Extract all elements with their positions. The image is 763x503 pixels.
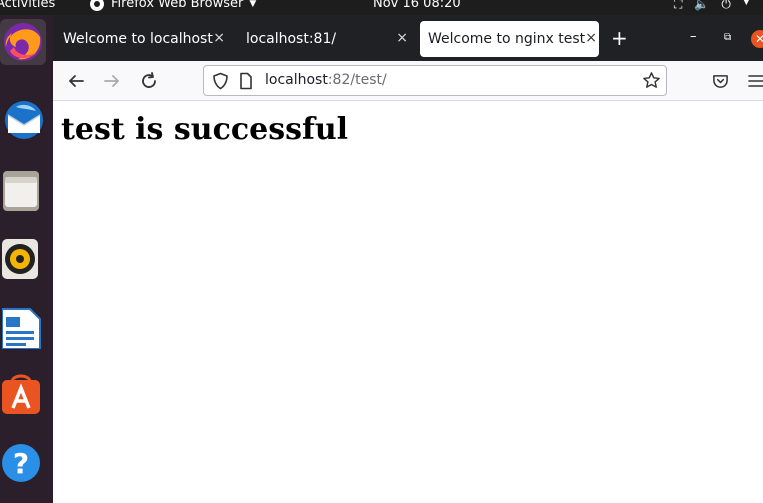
back-button[interactable] — [64, 69, 88, 93]
rhythmbox-icon — [2, 239, 38, 279]
reload-icon — [142, 72, 156, 88]
tab-label: Welcome to nginx test — [428, 31, 586, 47]
svg-text:?: ? — [13, 447, 29, 480]
tab-close-icon[interactable]: × — [585, 30, 597, 46]
tab-strip: Welcome to localhost × localhost:81/ × W… — [53, 15, 763, 61]
tab-label: Welcome to localhost — [63, 31, 213, 47]
firefox-small-icon — [90, 0, 104, 11]
reload-button[interactable] — [137, 69, 161, 93]
firefox-icon — [4, 23, 42, 61]
app-menu[interactable]: Firefox Web Browser ▼ — [90, 0, 256, 11]
tab-close-icon[interactable]: × — [396, 30, 408, 46]
dock-item-thunderbird[interactable] — [0, 97, 46, 143]
close-window-button[interactable]: ✕ — [751, 30, 763, 48]
tab-label: localhost:81/ — [246, 31, 337, 47]
new-tab-button[interactable]: + — [611, 26, 628, 50]
app-menu-label: Firefox Web Browser — [111, 0, 244, 11]
maximize-button[interactable]: ⧉ — [724, 32, 731, 43]
system-top-bar: Activities Firefox Web Browser ▼ Nov 16 … — [0, 0, 763, 15]
bookmark-star-icon[interactable] — [642, 71, 661, 90]
navigation-toolbar: localhost:82/test/ — [53, 61, 763, 101]
files-icon — [3, 171, 39, 211]
url-host: localhost — [265, 72, 328, 88]
power-icon: ⏻ — [721, 0, 731, 11]
clock[interactable]: Nov 16 08:20 — [373, 0, 461, 11]
minimize-button[interactable]: – — [690, 29, 697, 44]
dock-item-software[interactable] — [0, 372, 46, 418]
chevron-down-icon: ▼ — [249, 0, 257, 9]
chevron-down-icon: ▼ — [742, 0, 750, 7]
dock: ? — [0, 15, 53, 503]
arrow-left-icon — [69, 75, 84, 87]
pocket-button[interactable] — [708, 69, 732, 93]
system-tray[interactable]: ⛶ 🔈 ⏻ ▼ — [674, 0, 750, 12]
url-path: :82/test/ — [327, 72, 387, 88]
page-icon[interactable] — [239, 72, 253, 90]
dock-item-firefox[interactable] — [0, 19, 46, 65]
dock-item-files[interactable] — [0, 167, 46, 213]
thunderbird-icon — [5, 101, 43, 139]
dock-item-libreoffice-writer[interactable] — [0, 305, 46, 351]
writer-icon — [2, 308, 41, 349]
browser-window: Welcome to localhost × localhost:81/ × W… — [53, 15, 763, 503]
page-heading: test is successful — [61, 112, 349, 147]
software-icon — [2, 374, 40, 414]
arrow-right-icon — [104, 75, 119, 87]
tab-close-icon[interactable]: × — [213, 30, 225, 46]
tab-welcome-nginx-test[interactable]: Welcome to nginx test × — [420, 21, 599, 57]
dock-item-rhythmbox[interactable] — [0, 235, 46, 281]
pocket-icon — [712, 74, 728, 88]
help-icon: ? — [2, 444, 40, 482]
tab-localhost-81[interactable]: localhost:81/ × — [236, 21, 416, 57]
url-text[interactable]: localhost:82/test/ — [265, 72, 387, 88]
dock-item-help[interactable]: ? — [0, 439, 46, 485]
page-content: test is successful — [53, 102, 763, 503]
shield-icon[interactable] — [212, 72, 229, 90]
network-icon: ⛶ — [674, 0, 683, 11]
activities-button[interactable]: Activities — [0, 0, 55, 11]
hamburger-menu-icon — [748, 75, 763, 87]
url-bar[interactable]: localhost:82/test/ — [203, 65, 667, 96]
tab-welcome-localhost[interactable]: Welcome to localhost × — [53, 21, 233, 57]
forward-button[interactable] — [100, 69, 124, 93]
volume-icon: 🔈 — [694, 0, 710, 11]
menu-button[interactable] — [743, 69, 763, 93]
